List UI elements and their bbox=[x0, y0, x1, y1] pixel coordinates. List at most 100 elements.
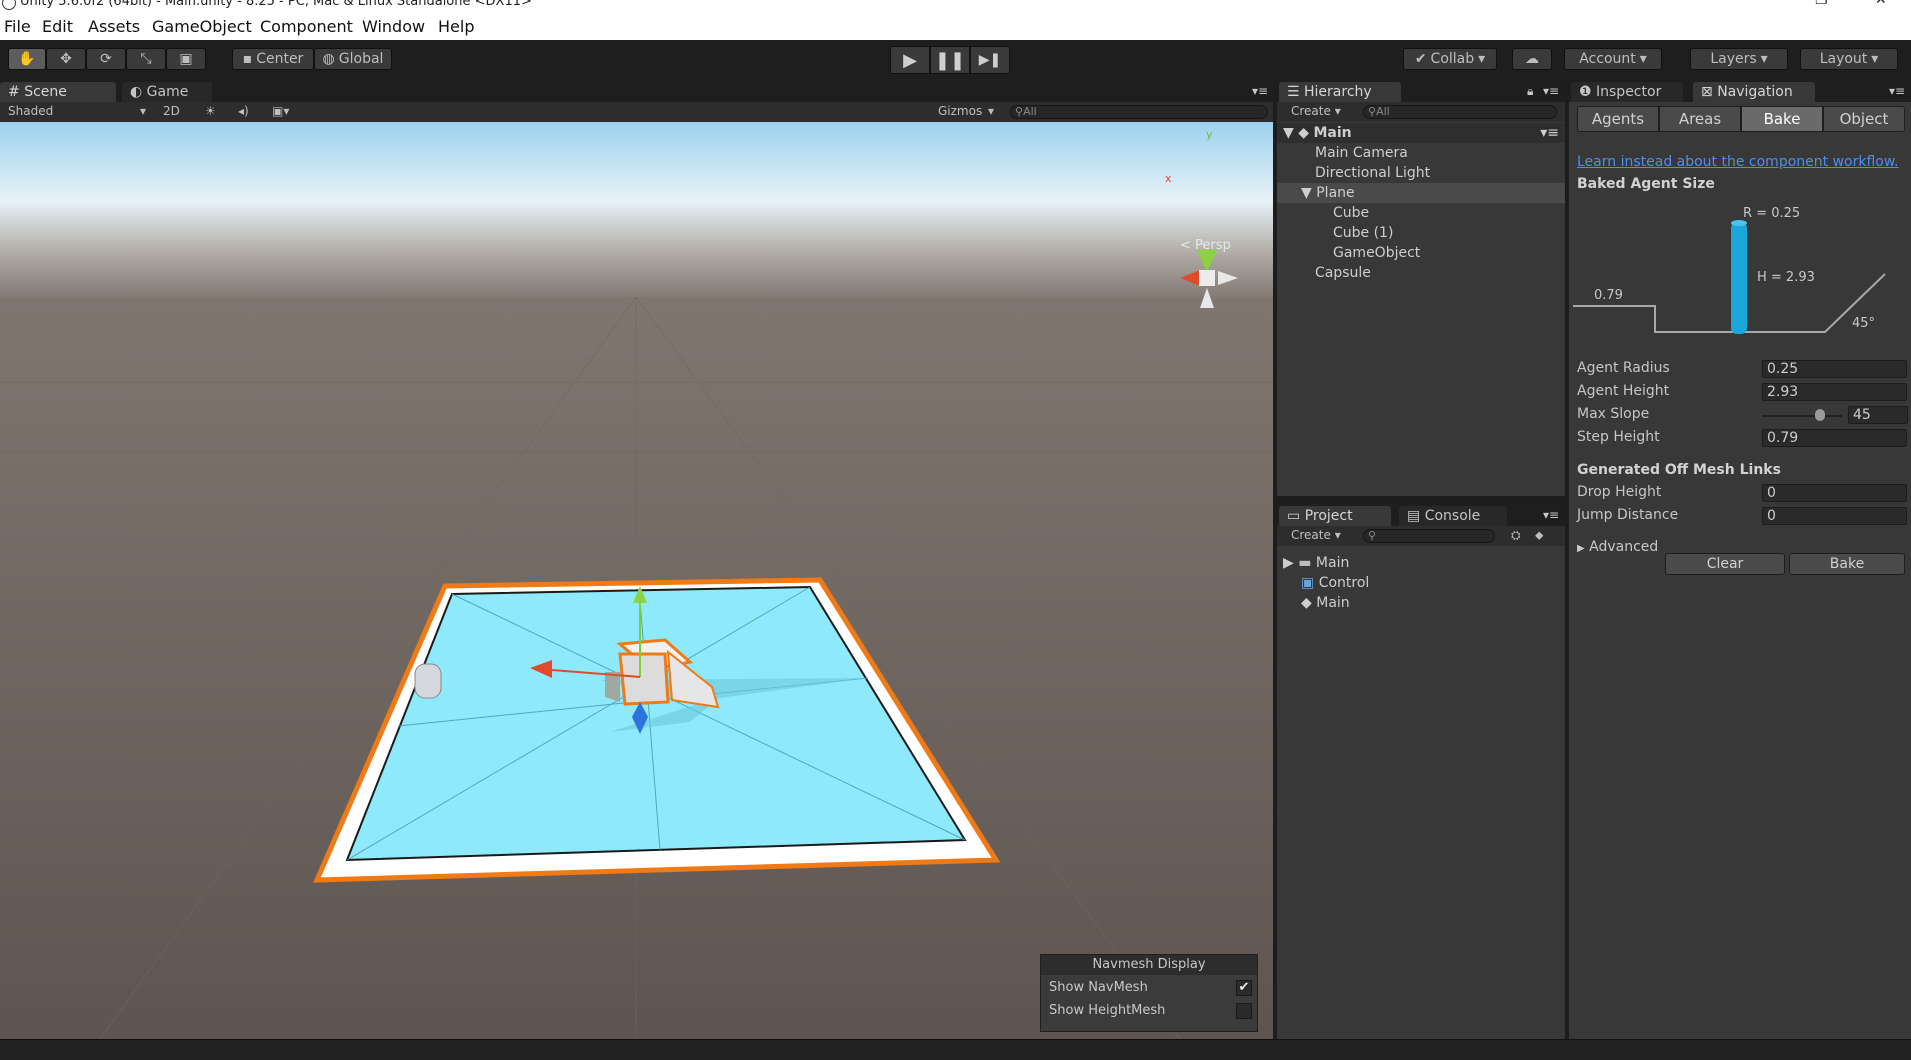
project-search-input[interactable]: ⚲ bbox=[1363, 529, 1495, 543]
diagram-radius-label: R = 0.25 bbox=[1743, 206, 1801, 221]
cloud-button[interactable]: ☁ bbox=[1512, 48, 1552, 70]
component-workflow-link[interactable]: Learn instead about the component workfl… bbox=[1577, 154, 1898, 170]
show-navmesh-checkbox[interactable]: ✔ bbox=[1236, 980, 1252, 996]
menu-gameobject[interactable]: GameObject bbox=[152, 17, 252, 36]
hierarchy-item[interactable]: Cube bbox=[1333, 203, 1369, 223]
menu-edit[interactable]: Edit bbox=[42, 17, 73, 36]
show-heightmesh-checkbox[interactable] bbox=[1236, 1003, 1252, 1019]
jump-distance-field[interactable]: 0 bbox=[1762, 507, 1907, 525]
collab-dropdown[interactable]: ✔ Collab ▾ bbox=[1403, 48, 1497, 70]
pivot-center-toggle[interactable]: ▪ Center bbox=[232, 48, 314, 70]
clear-button[interactable]: Clear bbox=[1665, 553, 1785, 575]
triangle-down-icon: ▼ bbox=[1283, 125, 1294, 141]
menu-window[interactable]: Window bbox=[362, 17, 425, 36]
rect-tool-button[interactable]: ▣ bbox=[166, 48, 206, 70]
inspector-tabbar: ❶ Inspector ⊠ Navigation ▾≡ bbox=[1569, 80, 1911, 102]
panel-menu-icon[interactable]: ▾≡ bbox=[1543, 508, 1559, 522]
max-slope-slider-thumb[interactable] bbox=[1814, 409, 1825, 421]
scene-menu-icon[interactable]: ▾≡ bbox=[1540, 123, 1559, 143]
play-icon: ▶ bbox=[903, 49, 917, 71]
mode-2d-toggle[interactable]: 2D bbox=[163, 104, 180, 118]
menu-help[interactable]: Help bbox=[438, 17, 474, 36]
pivot-global-toggle[interactable]: ◍ Global bbox=[314, 48, 392, 70]
globe-icon: ◍ bbox=[322, 51, 335, 67]
scene-search-input[interactable]: ⚲All bbox=[1010, 105, 1268, 119]
lock-icon[interactable]: 🔒︎ bbox=[1527, 84, 1533, 99]
panel-menu-icon[interactable]: ▾≡ bbox=[1252, 84, 1268, 98]
nav-tab-areas[interactable]: Areas bbox=[1659, 106, 1741, 132]
unity-logo-icon bbox=[2, 0, 16, 10]
step-height-label: Step Height bbox=[1577, 429, 1660, 445]
step-button[interactable]: ▶❚ bbox=[970, 46, 1010, 74]
agent-height-field[interactable]: 2.93 bbox=[1762, 383, 1907, 401]
play-button[interactable]: ▶ bbox=[890, 46, 930, 74]
lighting-toggle-icon[interactable]: ☀ bbox=[205, 104, 216, 118]
max-slope-slider-track[interactable] bbox=[1762, 415, 1842, 417]
project-create-dropdown[interactable]: Create ▾ bbox=[1291, 528, 1341, 542]
tab-game[interactable]: ◐ Game bbox=[122, 82, 212, 102]
agent-radius-field[interactable]: 0.25 bbox=[1762, 360, 1907, 378]
hierarchy-item[interactable]: Cube (1) bbox=[1333, 223, 1393, 243]
diagram-height-label: H = 2.93 bbox=[1757, 270, 1815, 285]
tab-console[interactable]: ▤ Console bbox=[1399, 506, 1507, 526]
rotate-icon: ⟳ bbox=[100, 51, 112, 67]
filter-label-icon[interactable]: ⬥ bbox=[1535, 528, 1543, 543]
panel-menu-icon[interactable]: ▾≡ bbox=[1889, 84, 1905, 98]
pause-button[interactable]: ❚❚ bbox=[930, 46, 970, 74]
filter-type-icon[interactable]: ⛭ bbox=[1511, 528, 1521, 543]
hierarchy-search-input[interactable]: ⚲All bbox=[1363, 105, 1557, 119]
hierarchy-panel: ▼ ◆ Main ▾≡ Main Camera Directional Ligh… bbox=[1277, 122, 1565, 496]
folder-icon: ▬ bbox=[1298, 555, 1312, 571]
scale-tool-button[interactable]: ⤡ bbox=[126, 48, 166, 70]
persp-label[interactable]: < Persp bbox=[1180, 238, 1231, 253]
layers-dropdown[interactable]: Layers ▾ bbox=[1690, 48, 1788, 70]
effects-toggle-icon[interactable]: ▣▾ bbox=[272, 104, 289, 118]
nav-tab-bake[interactable]: Bake bbox=[1741, 106, 1823, 132]
project-item-scene[interactable]: ◆ Main bbox=[1301, 593, 1350, 613]
nav-tab-object[interactable]: Object bbox=[1823, 106, 1905, 132]
scene-root-row[interactable]: ▼ ◆ Main ▾≡ bbox=[1277, 123, 1565, 143]
hand-icon: ✋ bbox=[18, 51, 36, 67]
nav-tab-agents[interactable]: Agents bbox=[1577, 106, 1659, 132]
drop-height-field[interactable]: 0 bbox=[1762, 484, 1907, 502]
chevron-down-icon: ▾ bbox=[988, 104, 995, 118]
rect-icon: ▣ bbox=[179, 51, 193, 67]
pivot-icon: ▪ bbox=[242, 51, 253, 67]
navigation-panel: Agents Areas Bake Object Learn instead a… bbox=[1569, 102, 1911, 1039]
tab-hierarchy[interactable]: ☰ Hierarchy bbox=[1279, 82, 1401, 102]
grid-icon: # bbox=[8, 84, 20, 100]
drop-height-label: Drop Height bbox=[1577, 484, 1662, 500]
project-item-folder[interactable]: ▶ ▬ Main bbox=[1283, 553, 1349, 573]
advanced-foldout[interactable]: ▶ Advanced bbox=[1577, 539, 1658, 555]
hierarchy-item-selected[interactable]: ▼ Plane bbox=[1277, 183, 1565, 203]
hierarchy-item[interactable]: Directional Light bbox=[1315, 163, 1430, 183]
menu-component[interactable]: Component bbox=[260, 17, 353, 36]
tab-navigation[interactable]: ⊠ Navigation bbox=[1693, 82, 1815, 102]
move-tool-button[interactable]: ✥ bbox=[46, 48, 86, 70]
tab-project[interactable]: ▭ Project bbox=[1279, 506, 1391, 526]
account-dropdown[interactable]: Account ▾ bbox=[1564, 48, 1662, 70]
max-slope-field[interactable]: 45 bbox=[1848, 406, 1908, 424]
step-height-field[interactable]: 0.79 bbox=[1762, 429, 1907, 447]
project-panel: ▶ ▬ Main ▣ Control ◆ Main bbox=[1277, 546, 1565, 1039]
layout-dropdown[interactable]: Layout ▾ bbox=[1800, 48, 1898, 70]
menu-assets[interactable]: Assets bbox=[88, 17, 140, 36]
rotate-tool-button[interactable]: ⟳ bbox=[86, 48, 126, 70]
gizmos-dropdown[interactable]: Gizmos bbox=[938, 104, 982, 118]
hierarchy-item[interactable]: GameObject bbox=[1333, 243, 1420, 263]
shading-mode-dropdown[interactable]: Shaded bbox=[8, 104, 53, 118]
hierarchy-create-dropdown[interactable]: Create ▾ bbox=[1291, 104, 1341, 118]
audio-toggle-icon[interactable]: ◂) bbox=[238, 104, 249, 118]
panel-menu-icon[interactable]: ▾≡ bbox=[1543, 84, 1559, 98]
scene-viewport[interactable]: y x < Persp Navmesh Display Show NavMesh… bbox=[0, 122, 1273, 1039]
tab-inspector[interactable]: ❶ Inspector bbox=[1571, 82, 1683, 102]
tab-scene[interactable]: # Scene bbox=[0, 82, 116, 102]
hand-tool-button[interactable]: ✋ bbox=[8, 48, 46, 70]
project-item-script[interactable]: ▣ Control bbox=[1301, 573, 1369, 593]
hierarchy-item[interactable]: Main Camera bbox=[1315, 143, 1408, 163]
menu-file[interactable]: File bbox=[4, 17, 31, 36]
hierarchy-item[interactable]: Capsule bbox=[1315, 263, 1371, 283]
close-icon[interactable]: ✕ bbox=[1875, 0, 1887, 8]
restore-icon[interactable]: ❐ bbox=[1815, 0, 1828, 8]
bake-button[interactable]: Bake bbox=[1789, 553, 1905, 575]
